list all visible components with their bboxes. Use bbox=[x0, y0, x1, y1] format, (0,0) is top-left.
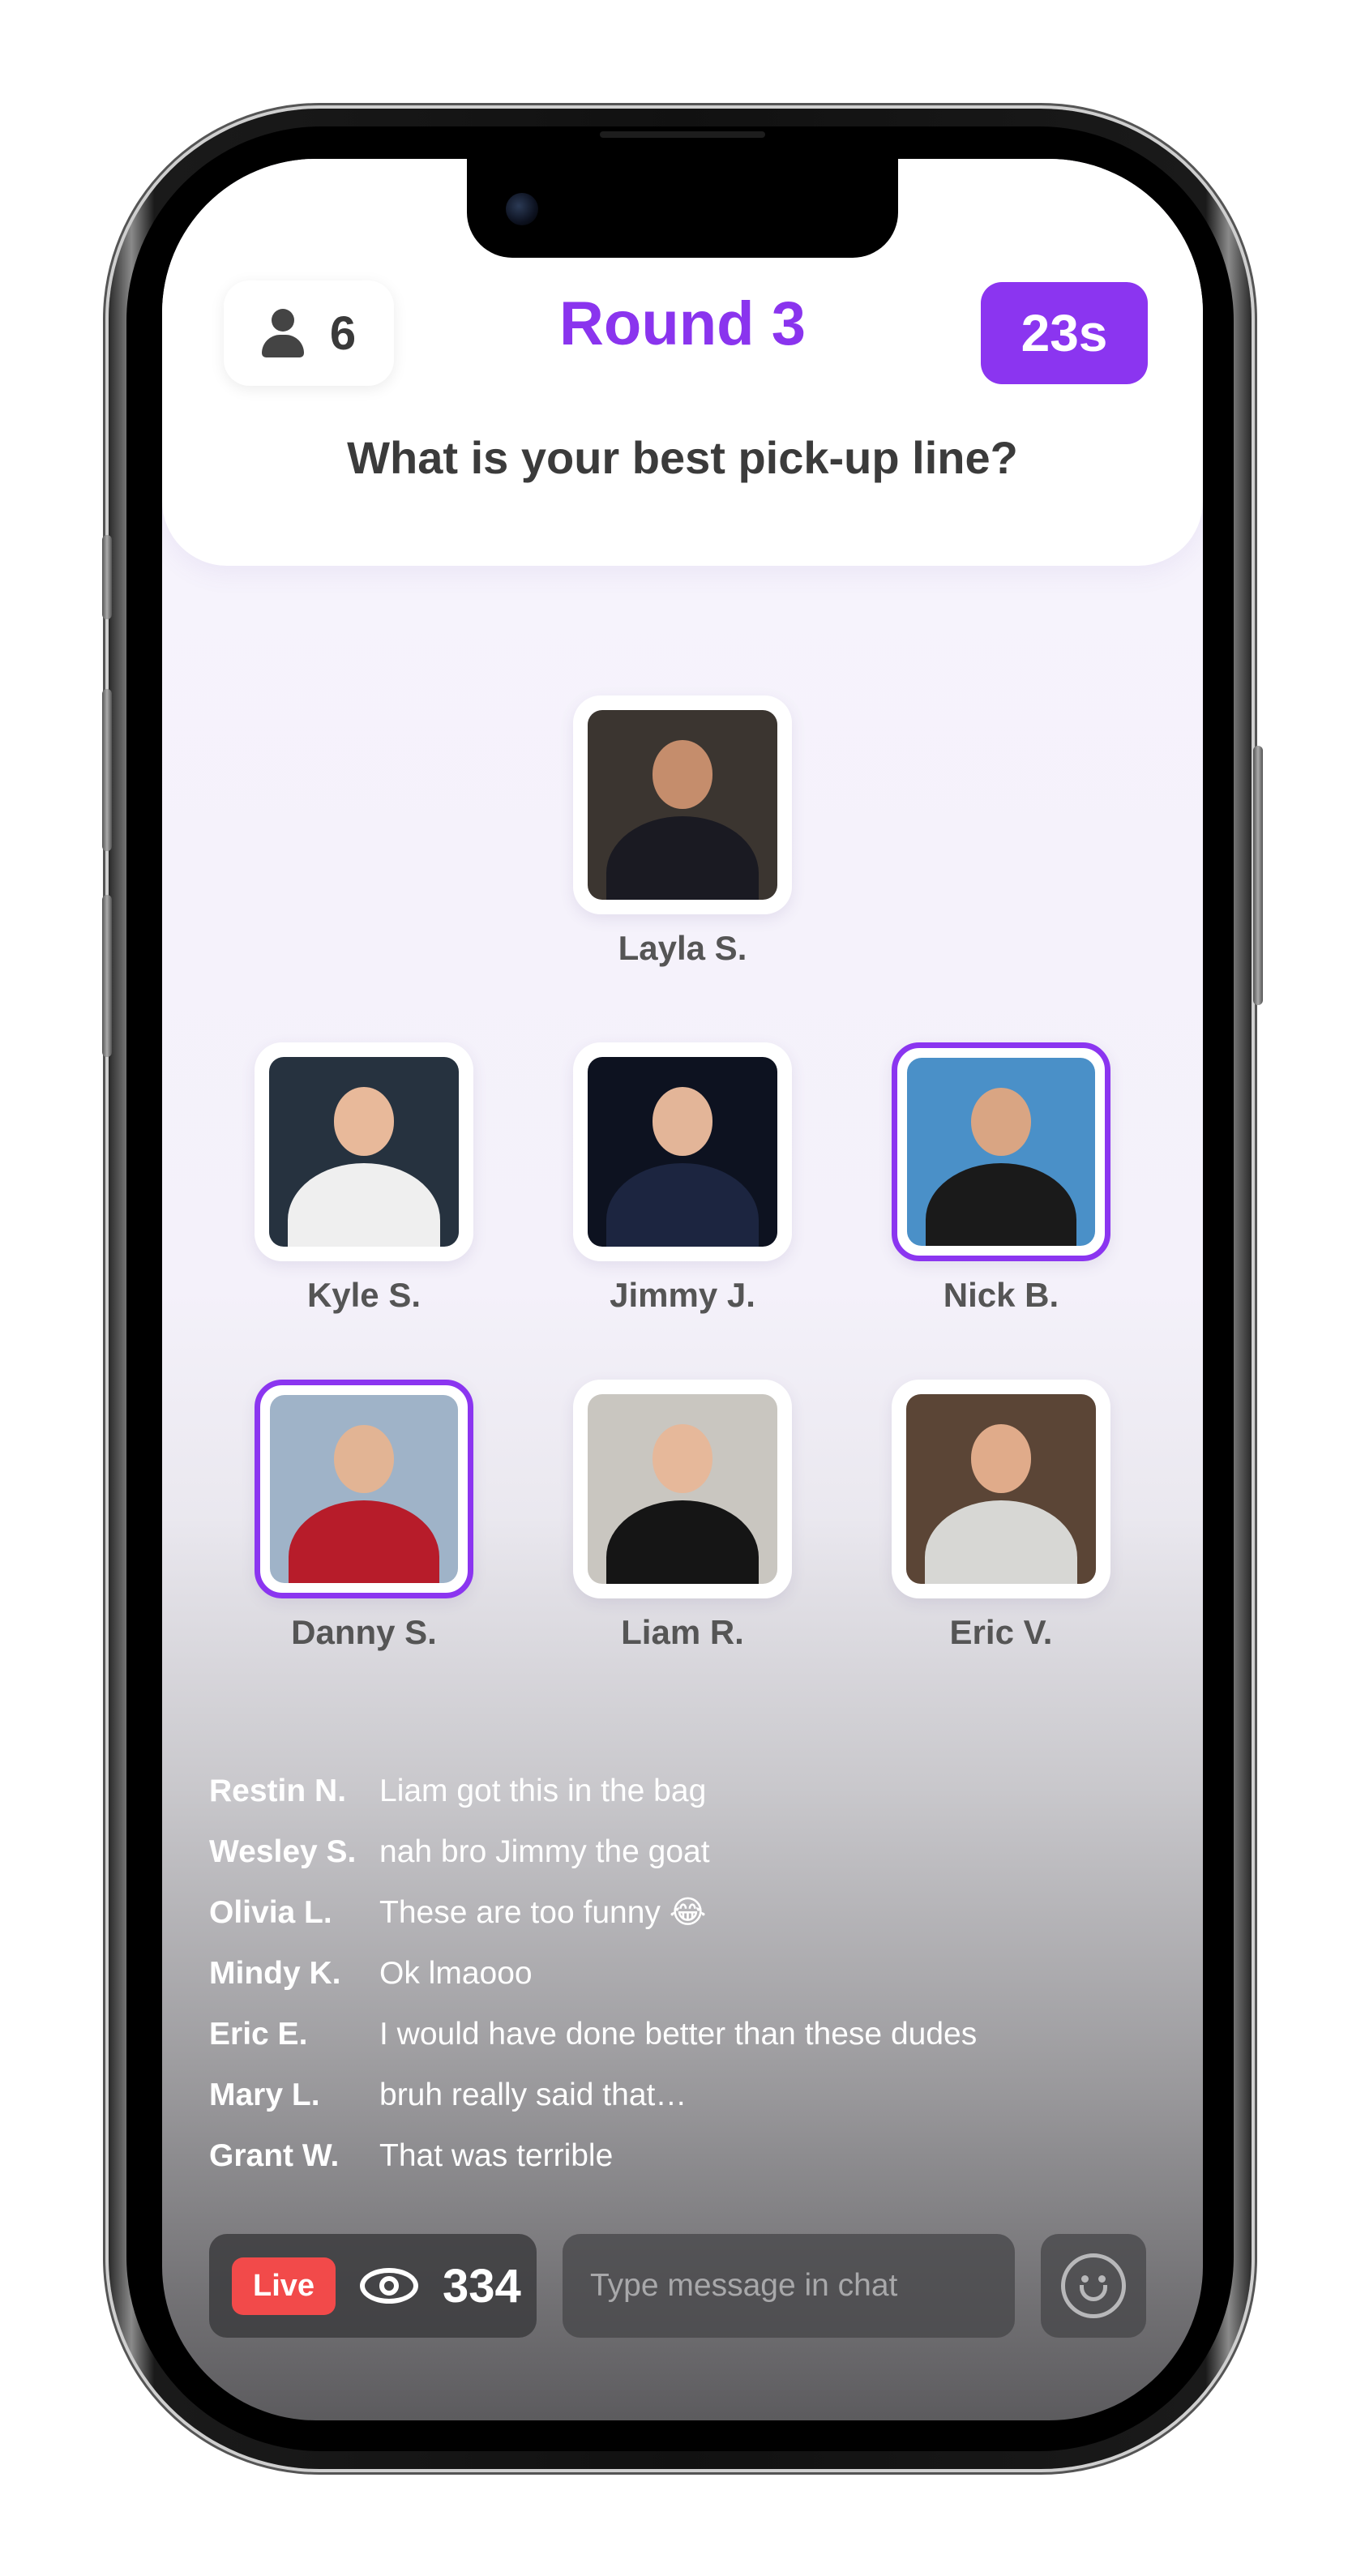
emoji-button[interactable] bbox=[1041, 2234, 1146, 2338]
app-screen: 6 Round 3 23s What is your best pick-up … bbox=[162, 159, 1203, 2420]
round-question: What is your best pick-up line? bbox=[347, 432, 1018, 483]
mute-switch bbox=[102, 535, 112, 619]
chat-text: Ok lmaooo bbox=[379, 1955, 533, 1991]
live-badge: Live bbox=[232, 2257, 336, 2315]
player-name: Kyle S. bbox=[306, 1276, 421, 1314]
avatar bbox=[270, 1395, 458, 1583]
front-camera bbox=[506, 193, 538, 225]
player-name: Danny S. bbox=[291, 1613, 437, 1651]
chat-message: Olivia L. These are too funny 😂 bbox=[209, 1882, 1166, 1943]
avatar bbox=[588, 1394, 777, 1584]
power-button bbox=[1253, 746, 1263, 1005]
volume-down-button bbox=[102, 895, 112, 1057]
player-name: Nick B. bbox=[943, 1276, 1059, 1314]
chat-username[interactable]: Mindy K. bbox=[209, 1956, 379, 1992]
smiley-icon bbox=[1061, 2253, 1126, 2318]
player-name: Liam R. bbox=[621, 1613, 744, 1651]
player-card[interactable]: Liam R. bbox=[573, 1380, 792, 1652]
eye-icon bbox=[360, 2268, 419, 2304]
chat-username[interactable]: Wesley S. bbox=[209, 1834, 379, 1870]
player-avatar-frame bbox=[255, 1380, 473, 1598]
player-card[interactable]: Danny S. bbox=[255, 1380, 473, 1652]
chat-username[interactable]: Mary L. bbox=[209, 2077, 379, 2113]
chat-text: That was terrible bbox=[379, 2137, 614, 2173]
chat-message: Mindy K. Ok lmaooo bbox=[209, 1943, 1166, 2004]
player-name: Eric V. bbox=[949, 1613, 1053, 1651]
viewer-count: 334 bbox=[443, 2259, 521, 2313]
volume-up-button bbox=[102, 689, 112, 851]
avatar bbox=[269, 1057, 459, 1247]
chat-text: I would have done better than these dude… bbox=[379, 2016, 978, 2052]
chat-username[interactable]: Restin N. bbox=[209, 1774, 379, 1809]
player-avatar-frame bbox=[892, 1042, 1110, 1261]
player-avatar-frame bbox=[255, 1042, 473, 1261]
chat-message: Eric E. I would have done better than th… bbox=[209, 2004, 1166, 2065]
countdown-timer: 23s bbox=[981, 282, 1148, 384]
chat-text: Liam got this in the bag bbox=[379, 1773, 707, 1808]
chat-text: bruh really said that… bbox=[379, 2077, 687, 2112]
avatar bbox=[588, 1057, 777, 1247]
player-avatar-frame bbox=[573, 695, 792, 914]
player-card[interactable]: Layla S. bbox=[573, 695, 792, 968]
player-avatar-frame bbox=[892, 1380, 1110, 1598]
player-card[interactable]: Jimmy J. bbox=[573, 1042, 792, 1315]
player-card[interactable]: Kyle S. bbox=[255, 1042, 473, 1315]
player-card[interactable]: Nick B. bbox=[892, 1042, 1110, 1315]
live-status-box: Live 334 bbox=[209, 2234, 537, 2338]
chat-text: nah bro Jimmy the goat bbox=[379, 1834, 710, 1869]
chat-username[interactable]: Grant W. bbox=[209, 2138, 379, 2174]
chat-message-input[interactable] bbox=[563, 2234, 1015, 2338]
chat-message: Wesley S. nah bro Jimmy the goat bbox=[209, 1821, 1166, 1882]
chat-username[interactable]: Olivia L. bbox=[209, 1895, 379, 1931]
live-chat: Restin N. Liam got this in the bag Wesle… bbox=[209, 1761, 1166, 2186]
chat-message: Grant W. That was terrible bbox=[209, 2125, 1166, 2186]
player-card[interactable]: Eric V. bbox=[892, 1380, 1110, 1652]
avatar bbox=[588, 710, 777, 900]
avatar bbox=[906, 1394, 1096, 1584]
earpiece-speaker bbox=[600, 131, 765, 138]
avatar bbox=[907, 1058, 1095, 1246]
player-avatar-frame bbox=[573, 1380, 792, 1598]
player-name: Jimmy J. bbox=[610, 1276, 755, 1314]
chat-message: Restin N. Liam got this in the bag bbox=[209, 1761, 1166, 1821]
chat-text: These are too funny 😂 bbox=[379, 1895, 707, 1930]
chat-message: Mary L. bruh really said that… bbox=[209, 2065, 1166, 2125]
player-avatar-frame bbox=[573, 1042, 792, 1261]
player-name: Layla S. bbox=[618, 929, 747, 967]
chat-username[interactable]: Eric E. bbox=[209, 2017, 379, 2052]
